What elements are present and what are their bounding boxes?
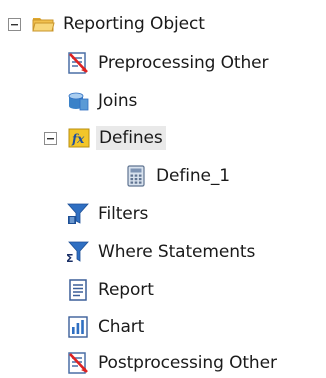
bar-chart-icon: [66, 315, 90, 339]
where-filter-icon: Σ: [66, 240, 90, 264]
tree-node-label: Preprocessing Other: [98, 53, 269, 73]
tree-node-label: Defines: [96, 126, 166, 150]
tree-node-where-statements[interactable]: Σ Where Statements: [66, 238, 255, 266]
reporting-object-tree: Reporting Object Preprocessing Other Joi…: [0, 0, 326, 378]
tree-node-label: Joins: [98, 91, 138, 111]
folder-open-icon: [31, 12, 55, 36]
preprocessing-icon: [66, 51, 90, 75]
tree-node-postprocessing-other[interactable]: Postprocessing Other: [66, 349, 277, 377]
tree-node-label: Postprocessing Other: [98, 353, 277, 373]
tree-node-label: Where Statements: [98, 242, 256, 262]
report-document-icon: [66, 278, 90, 302]
tree-node-filters[interactable]: Filters: [66, 200, 148, 228]
svg-text:fx: fx: [71, 132, 85, 146]
tree-node-preprocessing-other[interactable]: Preprocessing Other: [66, 49, 269, 77]
filter-icon: [66, 202, 90, 226]
collapse-toggle-icon[interactable]: [44, 131, 57, 145]
calculator-icon: [124, 164, 148, 188]
tree-node-chart[interactable]: Chart: [66, 313, 144, 341]
tree-node-joins[interactable]: Joins: [66, 87, 137, 115]
tree-node-label: Chart: [98, 317, 145, 337]
tree-node-reporting-object[interactable]: Reporting Object: [8, 10, 205, 38]
tree-node-label: Report: [98, 280, 154, 300]
tree-node-define-1[interactable]: Define_1: [124, 162, 230, 190]
postprocessing-icon: [66, 351, 90, 375]
collapse-toggle-icon[interactable]: [8, 17, 21, 31]
defines-fx-icon: fx: [67, 126, 91, 150]
tree-node-defines[interactable]: fx Defines: [44, 124, 166, 152]
joins-icon: [66, 89, 90, 113]
tree-node-label: Filters: [98, 204, 149, 224]
tree-node-label: Define_1: [156, 166, 231, 186]
tree-node-label: Reporting Object: [63, 14, 205, 34]
svg-text:Σ: Σ: [66, 252, 74, 264]
tree-node-report[interactable]: Report: [66, 276, 154, 304]
